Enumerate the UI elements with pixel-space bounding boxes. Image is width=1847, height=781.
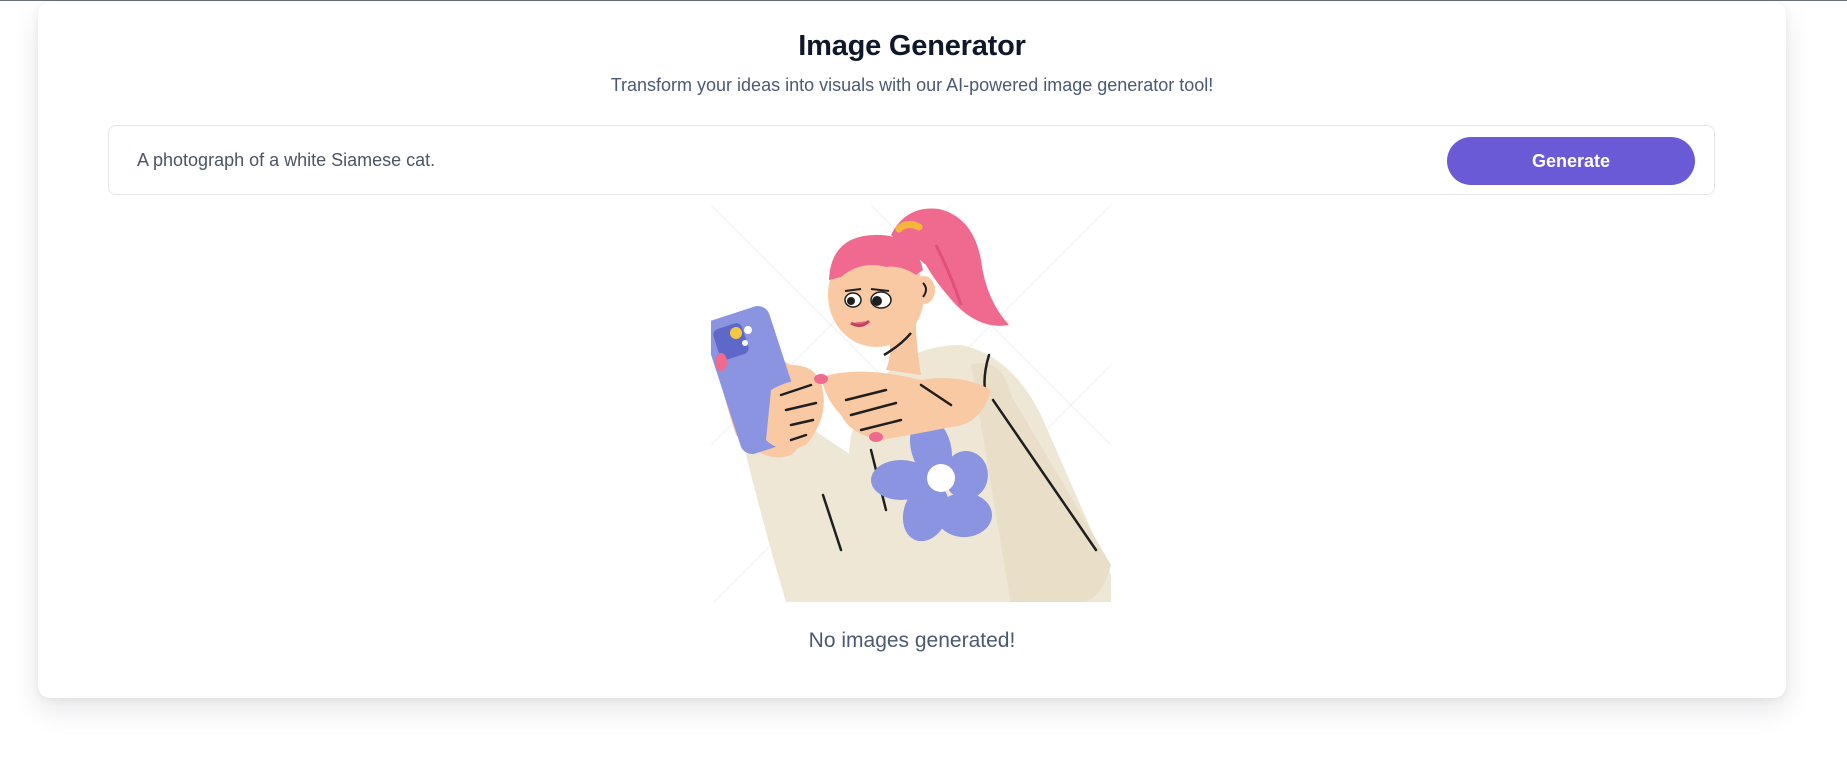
page-title: Image Generator — [798, 30, 1026, 62]
generator-card: Image Generator Transform your ideas int… — [38, 2, 1786, 698]
generate-button[interactable]: Generate — [1447, 137, 1695, 185]
page-subtitle: Transform your ideas into visuals with o… — [610, 75, 1214, 95]
woman-with-phone-illustration — [711, 205, 1111, 602]
window-top-border — [0, 0, 1847, 1]
prompt-form: Generate — [108, 125, 1715, 195]
prompt-input[interactable] — [137, 142, 1437, 178]
empty-state-message: No images generated! — [808, 629, 1016, 652]
